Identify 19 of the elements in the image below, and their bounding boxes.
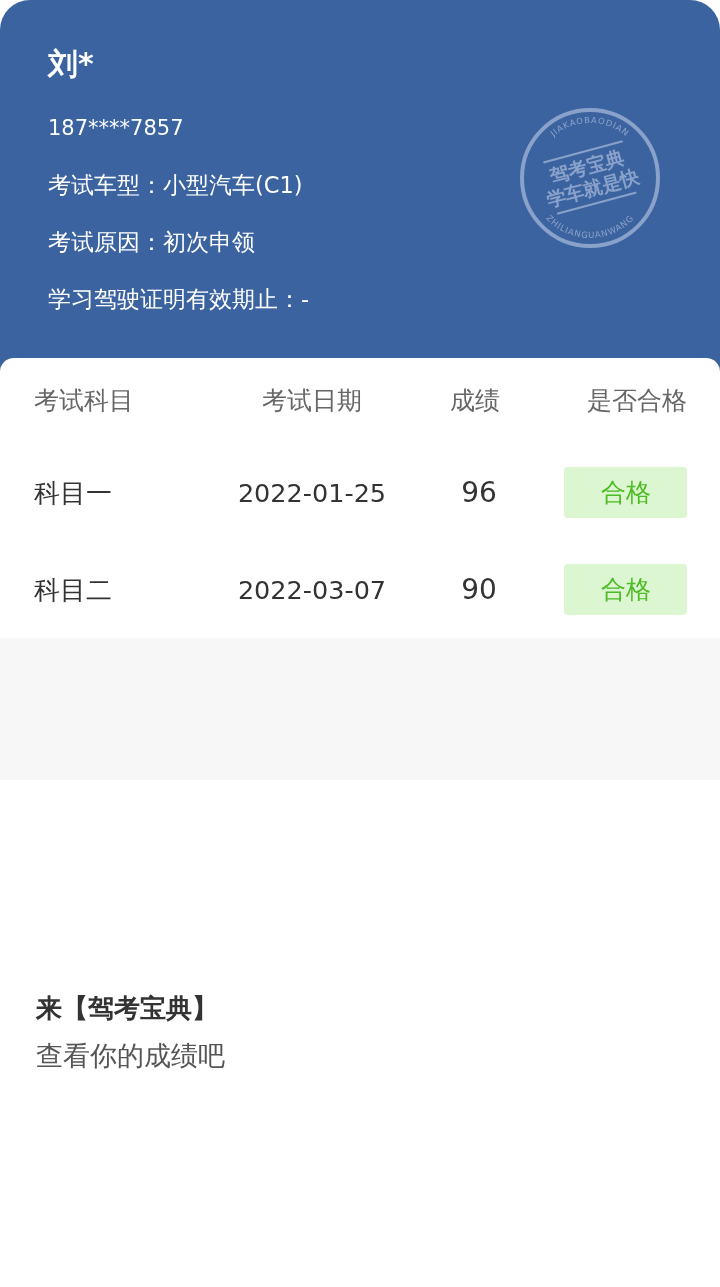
- date-cell-text: 2022-03-07: [237, 573, 387, 607]
- column-header: 考试日期: [262, 385, 362, 417]
- date-cell-text: 2022-01-25: [237, 476, 387, 510]
- result-badge: 合格: [564, 564, 687, 615]
- promo-title: 来【驾考宝典】: [36, 992, 218, 1025]
- score-cell-text: 96: [460, 474, 497, 511]
- subject-cell-text: 科目二: [34, 573, 112, 607]
- score-cell-text: 90: [460, 571, 497, 608]
- column-header: 成绩: [450, 385, 500, 417]
- user-name: 刘*: [48, 45, 94, 83]
- phone-number: 187****7857: [48, 115, 184, 142]
- promo-subtitle: 查看你的成绩吧: [36, 1039, 225, 1073]
- subject-cell-text: 科目一: [34, 476, 112, 510]
- info-line: 学习驾驶证明有效期止：-: [48, 285, 310, 314]
- info-line: 考试原因：初次申领: [48, 228, 255, 257]
- column-header: 是否合格: [587, 385, 687, 417]
- result-badge: 合格: [564, 467, 687, 518]
- info-line: 考试车型：小型汽车(C1): [48, 171, 303, 200]
- column-header: 考试科目: [34, 385, 134, 417]
